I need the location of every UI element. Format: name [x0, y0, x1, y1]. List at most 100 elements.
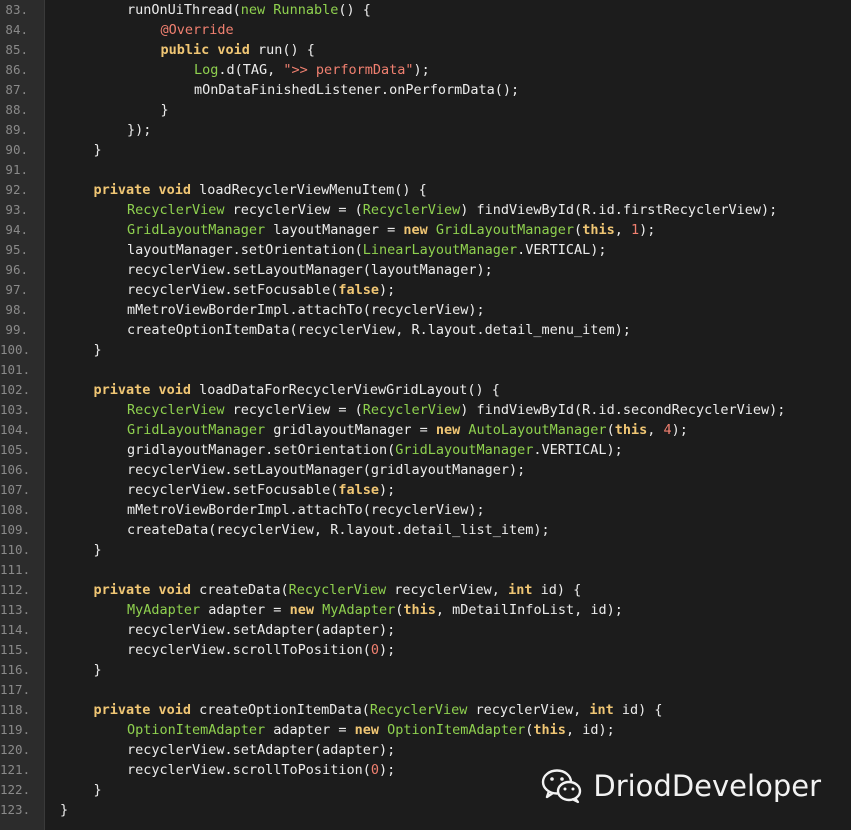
code-line[interactable]: 91.	[0, 160, 851, 180]
code-text: recyclerView.scrollToPosition(0);	[127, 760, 395, 780]
line-number: 122.	[0, 782, 31, 797]
code-line[interactable]: 108. mMetroViewBorderImpl.attachTo(recycl…	[0, 500, 851, 520]
code-token: MyAdapter	[322, 602, 396, 618]
code-token: 1	[630, 222, 640, 238]
code-token: 0	[370, 762, 379, 778]
code-text: recyclerView.setLayoutManager(layoutMana…	[127, 260, 493, 280]
code-token: (	[606, 422, 615, 438]
code-token: );	[378, 762, 396, 778]
code-line[interactable]: 89.});	[0, 120, 851, 140]
code-line[interactable]: 119. OptionItemAdapter adapter = new Opti…	[0, 720, 851, 740]
code-token: RecyclerView	[288, 582, 387, 598]
code-editor[interactable]: 83. runOnUiThread(new Runnable() {84. @Ove…	[0, 0, 851, 830]
code-line[interactable]: 87. mOnDataFinishedListener.onPerformData…	[0, 80, 851, 100]
line-number: 98.	[5, 302, 28, 317]
code-line[interactable]: 90.}	[0, 140, 851, 160]
code-line[interactable]: 101.	[0, 360, 851, 380]
code-token: ) findViewById(R.id.firstRecyclerView);	[460, 202, 778, 218]
code-text: recyclerView.setAdapter(adapter);	[127, 620, 395, 640]
code-line[interactable]: 84. @Override	[0, 20, 851, 40]
code-line[interactable]: 104. GridLayoutManager gridlayoutManager …	[0, 420, 851, 440]
code-text: }	[94, 140, 102, 160]
code-line[interactable]: 114. recyclerView.setAdapter(adapter);	[0, 620, 851, 640]
code-line[interactable]: 118. private void createOptionItemData(Re…	[0, 700, 851, 720]
line-number: 106.	[0, 462, 31, 477]
code-text: public void run() {	[161, 40, 315, 60]
line-number: 113.	[0, 602, 31, 617]
code-token: id) {	[613, 702, 663, 718]
code-line[interactable]: 106. recyclerView.setLayoutManager(gridla…	[0, 460, 851, 480]
line-number: 92.	[5, 182, 28, 197]
line-number: 116.	[0, 662, 31, 677]
wechat-icon	[542, 769, 582, 804]
line-number: 114.	[0, 622, 31, 637]
code-line[interactable]: 98. mMetroViewBorderImpl.attachTo(recycle…	[0, 300, 851, 320]
code-token: new	[289, 602, 314, 618]
line-number: 85.	[5, 42, 28, 57]
code-line[interactable]: 103. RecyclerView recyclerView = (Recycle…	[0, 400, 851, 420]
code-line[interactable]: 109. createData(recyclerView, R.layout.de…	[0, 520, 851, 540]
line-number: 107.	[0, 482, 31, 497]
code-line[interactable]: 99. createOptionItemData(recyclerView, R.…	[0, 320, 851, 340]
line-number: 109.	[0, 522, 31, 537]
code-token: ,	[614, 222, 631, 238]
code-token: int	[589, 702, 614, 718]
code-token: .VERTICAL);	[533, 442, 623, 458]
code-line[interactable]: 95. layoutManager.setOrientation(LinearLa…	[0, 240, 851, 260]
code-line[interactable]: 100.}	[0, 340, 851, 360]
code-line[interactable]: 96. recyclerView.setLayoutManager(layoutM…	[0, 260, 851, 280]
code-token: createOptionItemData(recyclerView, R.lay…	[127, 322, 631, 338]
code-token: );	[639, 222, 656, 238]
line-number: 111.	[0, 562, 31, 577]
code-token: );	[378, 282, 396, 298]
code-line[interactable]: 112. private void createData(RecyclerView…	[0, 580, 851, 600]
code-line[interactable]: 116.}	[0, 660, 851, 680]
code-token: RecyclerView	[362, 402, 461, 418]
code-text: GridLayoutManager layoutManager = new Gr…	[127, 220, 655, 240]
code-line[interactable]: 107. recyclerView.setFocusable(false);	[0, 480, 851, 500]
code-line[interactable]: 105. gridlayoutManager.setOrientation(Gri…	[0, 440, 851, 460]
code-token: this	[614, 422, 648, 438]
code-line[interactable]: 85. public void run() {	[0, 40, 851, 60]
code-token: }	[160, 102, 169, 118]
code-token: createData(recyclerView, R.layout.detail…	[127, 522, 550, 538]
code-token: adapter =	[200, 602, 290, 618]
code-token: @Override	[160, 22, 234, 38]
code-line[interactable]: 110.}	[0, 540, 851, 560]
code-text: }	[60, 800, 68, 820]
code-line[interactable]: 120. recyclerView.setAdapter(adapter);	[0, 740, 851, 760]
code-text: layoutManager.setOrientation(LinearLayou…	[127, 240, 607, 260]
code-line[interactable]: 86. Log.d(TAG, ">> performData");	[0, 60, 851, 80]
code-text: });	[127, 120, 151, 140]
code-line[interactable]: 102. private void loadDataForRecyclerView…	[0, 380, 851, 400]
code-line[interactable]: 115. recyclerView.scrollToPosition(0);	[0, 640, 851, 660]
code-line[interactable]: 88.}	[0, 100, 851, 120]
code-token: public void	[160, 42, 250, 58]
line-number: 89.	[5, 122, 28, 137]
code-line[interactable]: 111.	[0, 560, 851, 580]
code-token: OptionItemAdapter	[127, 722, 266, 738]
code-line[interactable]: 117.	[0, 680, 851, 700]
code-token: new	[354, 722, 379, 738]
line-number: 102.	[0, 382, 31, 397]
code-token: false	[338, 482, 379, 498]
code-token: int	[508, 582, 533, 598]
code-line[interactable]: 94. GridLayoutManager layoutManager = new…	[0, 220, 851, 240]
code-line[interactable]: 83. runOnUiThread(new Runnable() {	[0, 0, 851, 20]
code-token: ) findViewById(R.id.secondRecyclerView);	[460, 402, 786, 418]
code-line[interactable]: 97. recyclerView.setFocusable(false);	[0, 280, 851, 300]
code-line[interactable]: 113. MyAdapter adapter = new MyAdapter(th…	[0, 600, 851, 620]
code-text: createOptionItemData(recyclerView, R.lay…	[127, 320, 631, 340]
code-token: recyclerView.setFocusable(	[127, 482, 339, 498]
line-number: 104.	[0, 422, 31, 437]
code-token: );	[378, 482, 396, 498]
line-number: 105.	[0, 442, 31, 457]
code-line[interactable]: 92. private void loadRecyclerViewMenuItem…	[0, 180, 851, 200]
code-text: mMetroViewBorderImpl.attachTo(recyclerVi…	[127, 300, 485, 320]
code-line[interactable]: 93. RecyclerView recyclerView = (Recycler…	[0, 200, 851, 220]
code-token: layoutManager.setOrientation(	[127, 242, 363, 258]
code-token: recyclerView.setLayoutManager(layoutMana…	[127, 262, 493, 278]
code-text: GridLayoutManager gridlayoutManager = ne…	[127, 420, 688, 440]
code-token: }	[93, 542, 102, 558]
